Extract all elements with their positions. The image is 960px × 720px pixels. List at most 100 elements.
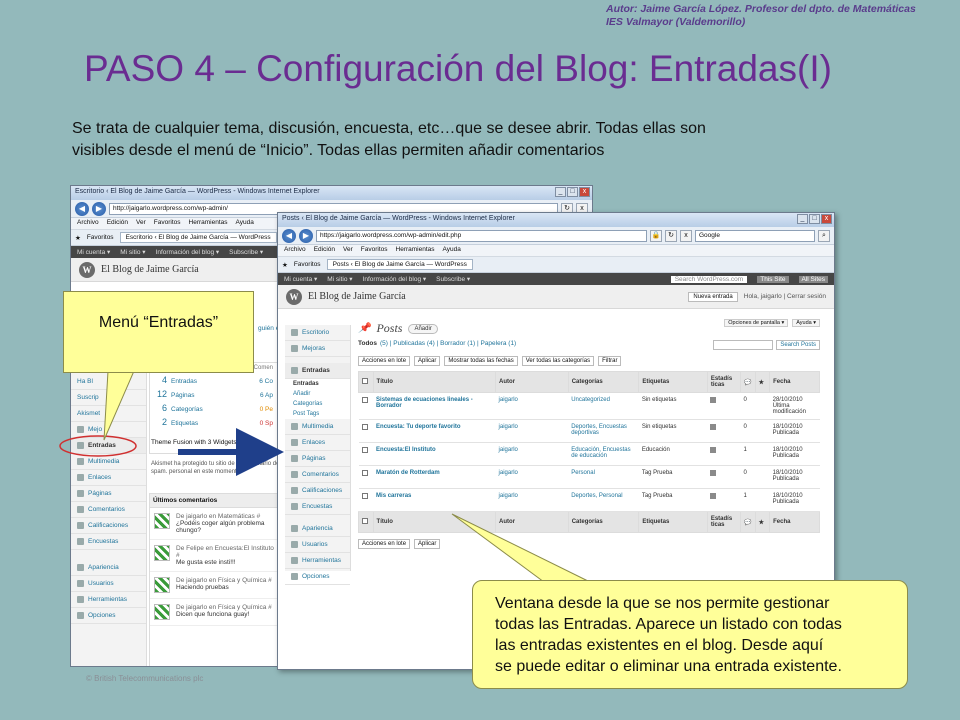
stats-icon[interactable] [707, 392, 741, 420]
sidebar-item-herramientas[interactable]: Herramientas [285, 553, 350, 569]
sidebar-item-calificaciones[interactable]: Calificaciones [71, 518, 146, 534]
add-new-button[interactable]: Añadir [408, 323, 438, 334]
blog-name[interactable]: El Blog de Jaime García [308, 291, 406, 302]
sidebar-item-escritorio[interactable]: Escritorio [285, 325, 350, 341]
post-title-link[interactable]: Sistemas de ecuaciones lineales - Borrad… [373, 392, 496, 420]
back-arrow-icon[interactable]: ◀ [282, 228, 296, 243]
sidebar-item-paginas[interactable]: Páginas [285, 451, 350, 467]
filter-all[interactable]: Todos [358, 340, 377, 350]
sidebar-item-enlaces[interactable]: Enlaces [71, 470, 146, 486]
table-row[interactable]: Maratón de Rotterdam jaigarlo Personal Tag … [358, 465, 820, 489]
stat-row[interactable]: 2 Etiquetas 0 Sp [150, 415, 278, 429]
sidebar-item-mejoras[interactable]: Mejo [71, 422, 146, 438]
stat-row[interactable]: 6 Categorías 0 Pe [150, 401, 278, 415]
menu-edicion[interactable]: Edición [107, 219, 128, 228]
wpbar-my-account[interactable]: Mi cuenta ▾ [284, 275, 317, 283]
wp-search-input[interactable]: Search WordPress.com [670, 275, 748, 283]
user-greeting[interactable]: Hola, jaigarlo | Cerrar sesión [744, 293, 826, 300]
filter-button[interactable]: Filtrar [598, 356, 622, 366]
wpbar-blog-info[interactable]: Información del blog ▾ [363, 275, 427, 283]
close-button[interactable]: x [821, 214, 832, 224]
address-input[interactable]: https://jaigarlo.wordpress.com/wp-admin/… [316, 229, 647, 242]
favorites-label[interactable]: Favoritos [294, 261, 321, 268]
sidebar-item-apariencia[interactable]: Apariencia [285, 521, 350, 537]
post-author[interactable]: jaigarlo [495, 419, 569, 443]
apply-button[interactable]: Aplicar [414, 539, 441, 549]
row-checkbox[interactable] [358, 488, 374, 512]
minimize-button[interactable]: _ [555, 187, 566, 197]
favorites-star-icon[interactable]: ★ [282, 261, 288, 269]
bar-chart-icon[interactable] [710, 493, 717, 499]
comment-item[interactable]: De jaigarlo en Matemáticas # ¿Podéis coge… [150, 508, 278, 540]
stats-icon[interactable] [707, 419, 741, 443]
submenu-entradas[interactable]: Entradas [285, 379, 350, 389]
post-author[interactable]: jaigarlo [495, 488, 569, 512]
menu-ver[interactable]: Ver [343, 246, 353, 255]
table-row[interactable]: Encuesta: Tu deporte favorito jaigarlo Dep… [358, 419, 820, 443]
submenu-post-tags[interactable]: Post Tags [285, 409, 350, 419]
post-title-link[interactable]: Maratón de Rotterdam [373, 465, 496, 489]
this-site-button[interactable]: This Site [757, 275, 789, 283]
sidebar-item-entradas[interactable]: Entradas [71, 438, 146, 454]
stat-row[interactable]: 4 Entradas 6 Co [150, 373, 278, 387]
search-posts-button[interactable]: Search Posts [776, 340, 820, 350]
search-engine-input[interactable]: Google [695, 229, 815, 242]
bulk-action-select[interactable]: Acciones en lote [358, 539, 411, 549]
menu-ayuda[interactable]: Ayuda [236, 219, 254, 228]
post-categories[interactable]: Deportes, Personal [568, 488, 639, 512]
close-button[interactable]: x [579, 187, 590, 197]
new-entry-select[interactable]: Nueva entrada [688, 291, 738, 302]
comment-count[interactable]: 0 [740, 419, 756, 443]
sidebar-item-calificaciones[interactable]: Calificaciones [285, 483, 350, 499]
column-title[interactable]: Título [372, 371, 497, 393]
minimize-button[interactable]: _ [797, 214, 808, 224]
comment-count[interactable]: 0 [740, 392, 756, 420]
checkbox[interactable] [361, 470, 368, 476]
comment-item[interactable]: De jaigarlo en Física y Química # Dicen q… [150, 599, 278, 626]
column-date[interactable]: Fecha [769, 511, 820, 533]
table-row[interactable]: Encuesta:El Instituto jaigarlo Educación, … [358, 442, 820, 466]
sidebar-item-apariencia[interactable]: Apariencia [71, 560, 146, 576]
menu-archivo[interactable]: Archivo [77, 219, 99, 228]
refresh-icon[interactable]: ↻ [665, 229, 677, 242]
menu-edicion[interactable]: Edición [314, 246, 335, 255]
stats-icon[interactable] [707, 442, 741, 466]
wpbar-blog-info[interactable]: Información del blog ▾ [156, 248, 220, 256]
sidebar-item-herramientas[interactable]: Herramientas [71, 592, 146, 608]
browser-tab[interactable]: Escritorio ‹ El Blog de Jaime García — W… [119, 232, 277, 243]
sidebar-item-comentarios[interactable]: Comentarios [285, 467, 350, 483]
column-date[interactable]: Fecha [769, 371, 820, 393]
select-all-checkbox[interactable] [358, 511, 374, 533]
wpbar-subscribe[interactable]: Subscribe ▾ [229, 248, 263, 256]
bar-chart-icon[interactable] [710, 470, 717, 476]
bar-chart-icon[interactable] [710, 447, 717, 453]
lock-icon[interactable]: 🔒 [650, 229, 662, 242]
sidebar-item-mejoras[interactable]: Mejoras [285, 341, 350, 357]
post-title-link[interactable]: Encuesta: Tu deporte favorito [373, 419, 496, 443]
sidebar-item-entradas[interactable]: Entradas [285, 363, 350, 379]
post-title-link[interactable]: Encuesta:El Instituto [373, 442, 496, 466]
maximize-button[interactable]: □ [567, 187, 578, 197]
comment-count[interactable]: 0 [740, 465, 756, 489]
menu-ayuda[interactable]: Ayuda [443, 246, 461, 255]
submenu-anadir[interactable]: Añadir [285, 389, 350, 399]
bar-chart-icon[interactable] [710, 397, 717, 403]
sidebar-item-paginas[interactable]: Páginas [71, 486, 146, 502]
wpbar-my-account[interactable]: Mi cuenta ▾ [77, 248, 110, 256]
back-arrow-icon[interactable]: ◀ [75, 201, 89, 216]
row-checkbox[interactable] [358, 419, 374, 443]
post-categories[interactable]: Deportes, Encuestas deportivas [568, 419, 639, 443]
menu-herramientas[interactable]: Herramientas [189, 219, 228, 228]
favorites-label[interactable]: Favoritos [87, 234, 114, 241]
stop-icon[interactable]: x [680, 229, 692, 242]
sidebar-item-fragment[interactable]: Ha Bl [71, 374, 146, 390]
forward-arrow-icon[interactable]: ▶ [92, 201, 106, 216]
select-all-checkbox[interactable] [358, 371, 374, 393]
comment-count[interactable]: 1 [740, 488, 756, 512]
menu-archivo[interactable]: Archivo [284, 246, 306, 255]
row-checkbox[interactable] [358, 392, 374, 420]
checkbox[interactable] [361, 447, 368, 453]
submenu-categorias[interactable]: Categorías [285, 399, 350, 409]
stats-icon[interactable] [707, 488, 741, 512]
favorites-star-icon[interactable]: ★ [75, 234, 81, 242]
